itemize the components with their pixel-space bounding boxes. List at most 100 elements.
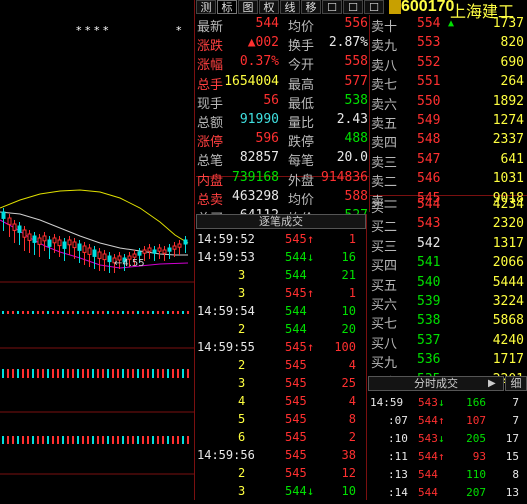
volume-bar — [92, 436, 94, 444]
buy-level-row[interactable]: 买七 538 5868 — [370, 312, 527, 332]
volume-bar — [132, 436, 134, 444]
buy-level-row[interactable]: 买二 543 2320 — [370, 215, 527, 235]
tick-row: 3 544 21 — [196, 267, 370, 285]
volume-bar — [162, 369, 164, 378]
volume-bar — [2, 436, 4, 444]
sell-level-row[interactable]: 卖四 548 2337 — [370, 131, 527, 151]
minute-volume: 205 — [466, 432, 486, 445]
buy-level-row[interactable]: 买九 536 1717 — [370, 351, 527, 371]
kline-chart-panel[interactable]: * * * * * ←4.55 — [0, 0, 194, 500]
minute-price: 544 — [418, 450, 438, 463]
toolbar-button-1[interactable]: 标 — [217, 0, 237, 14]
minute-panel-detail-button[interactable]: 细 — [505, 376, 527, 391]
volume-bar — [97, 311, 99, 314]
buy-level-row[interactable]: 买五 540 5444 — [370, 274, 527, 294]
candle-body — [17, 225, 22, 233]
candle-body — [12, 223, 17, 231]
book-level-volume: 3224 — [492, 294, 524, 309]
volume-bar — [22, 436, 24, 444]
tick-price: 544 — [285, 268, 307, 282]
quote-row: 最新 544 均价 556 — [196, 15, 370, 35]
sell-level-row[interactable]: 卖三 547 641 — [370, 151, 527, 171]
volume-bar — [147, 369, 149, 378]
quote-label: 均价 — [288, 192, 315, 208]
volume-bar — [62, 311, 64, 314]
sell-level-row[interactable]: 卖八 552 690 — [370, 54, 527, 74]
book-level-price: 547 — [417, 151, 441, 167]
toolbar-button-2[interactable]: 图 — [238, 0, 258, 14]
quote-value: 739168 — [232, 169, 279, 185]
book-level-label: 买三 — [371, 239, 398, 255]
minute-count: 13 — [505, 486, 519, 499]
volume-bar — [37, 369, 39, 378]
volume-bar — [62, 436, 64, 444]
sell-level-row[interactable]: 卖五 549 1274 — [370, 112, 527, 132]
toolbar-button-6[interactable]: ☐ — [322, 0, 342, 14]
tick-volume: 10 — [341, 304, 356, 318]
book-level-label: 买八 — [371, 336, 398, 352]
volume-bar — [52, 311, 54, 314]
sell-level-row[interactable]: 卖九 553 820 — [370, 34, 527, 54]
toolbar-button-3[interactable]: 权 — [259, 0, 279, 14]
buy-level-row[interactable]: 买四 541 2066 — [370, 254, 527, 274]
volume-bar — [2, 311, 4, 314]
book-level-volume: 2066 — [492, 255, 524, 271]
volume-bar — [152, 369, 154, 378]
candle-body — [147, 247, 152, 252]
chart-low-price-value: 4.55 — [122, 258, 145, 269]
tick-price: 545 — [285, 232, 307, 246]
toolbar-button-4[interactable]: 线 — [280, 0, 300, 14]
tick-panel-header[interactable]: 逐笔成交 — [196, 214, 366, 229]
tick-price: 545 — [285, 340, 307, 354]
tick-price: 544 — [285, 322, 307, 336]
volume-bar — [117, 311, 119, 314]
volume-bar — [97, 436, 99, 444]
toolbar-button-5[interactable]: 移 — [301, 0, 321, 14]
volume-bar — [57, 436, 59, 444]
quote-value: 463298 — [232, 188, 279, 204]
volume-bar — [22, 311, 24, 314]
volume-bar — [167, 369, 169, 378]
buy-level-row[interactable]: 买六 539 3224 — [370, 293, 527, 313]
book-level-volume: 641 — [500, 151, 524, 167]
volume-bar — [37, 311, 39, 314]
toolbar-button-0[interactable]: 测 — [196, 0, 216, 14]
volume-bar — [132, 369, 134, 378]
quote-value: 0.37% — [239, 54, 279, 70]
volume-bar — [12, 311, 14, 314]
book-level-volume: 2320 — [492, 216, 524, 232]
sell-level-row[interactable]: 卖十 554 ▲ 1737 — [370, 15, 527, 35]
volume-bar — [27, 369, 29, 378]
minute-panel-header[interactable]: 分时成交 — [368, 376, 504, 391]
volume-bar — [112, 436, 114, 444]
sell-level-row[interactable]: 卖七 551 264 — [370, 73, 527, 93]
volume-bar — [122, 311, 124, 314]
quote-row: 现手 56 最低 538 — [196, 92, 370, 112]
volume-bar — [87, 311, 89, 314]
quote-row: 涨跌 ▲002 换手 2.87% — [196, 34, 370, 54]
volume-bar — [72, 311, 74, 314]
sell-level-row[interactable]: 卖六 550 1892 — [370, 93, 527, 113]
minute-count: 7 — [512, 414, 519, 427]
volume-bar — [67, 311, 69, 314]
sell-level-row[interactable]: 卖二 546 1031 — [370, 170, 527, 190]
quote-row: 总笔 82857 每笔 20.0 — [196, 149, 370, 170]
quote-label: 总笔 — [197, 154, 224, 170]
minute-panel-expand-button[interactable]: ▶ — [488, 378, 496, 389]
toolbar-button-8[interactable]: ☐ — [364, 0, 384, 14]
volume-bar — [47, 311, 49, 314]
tick-time: 14:59:54 — [197, 304, 255, 318]
stock-code: 600170 — [401, 0, 455, 15]
tick-row: 14:59:54 544 10 — [196, 303, 370, 321]
tick-price: 545 — [285, 376, 307, 390]
buy-level-row[interactable]: 买三 542 1317 — [370, 235, 527, 255]
book-level-label: 卖六 — [371, 97, 398, 113]
volume-bar — [72, 369, 74, 378]
kline-chart-svg — [0, 189, 194, 475]
tick-arrow-icon: ↓ — [307, 250, 315, 264]
tick-row: 2 545 12 — [196, 465, 370, 483]
buy-level-row[interactable]: 买八 537 4240 — [370, 332, 527, 352]
minute-time: 14:59 — [370, 396, 404, 409]
buy-level-row[interactable]: 买一 544 4234 — [370, 196, 527, 216]
toolbar-button-7[interactable]: ☐ — [343, 0, 363, 14]
